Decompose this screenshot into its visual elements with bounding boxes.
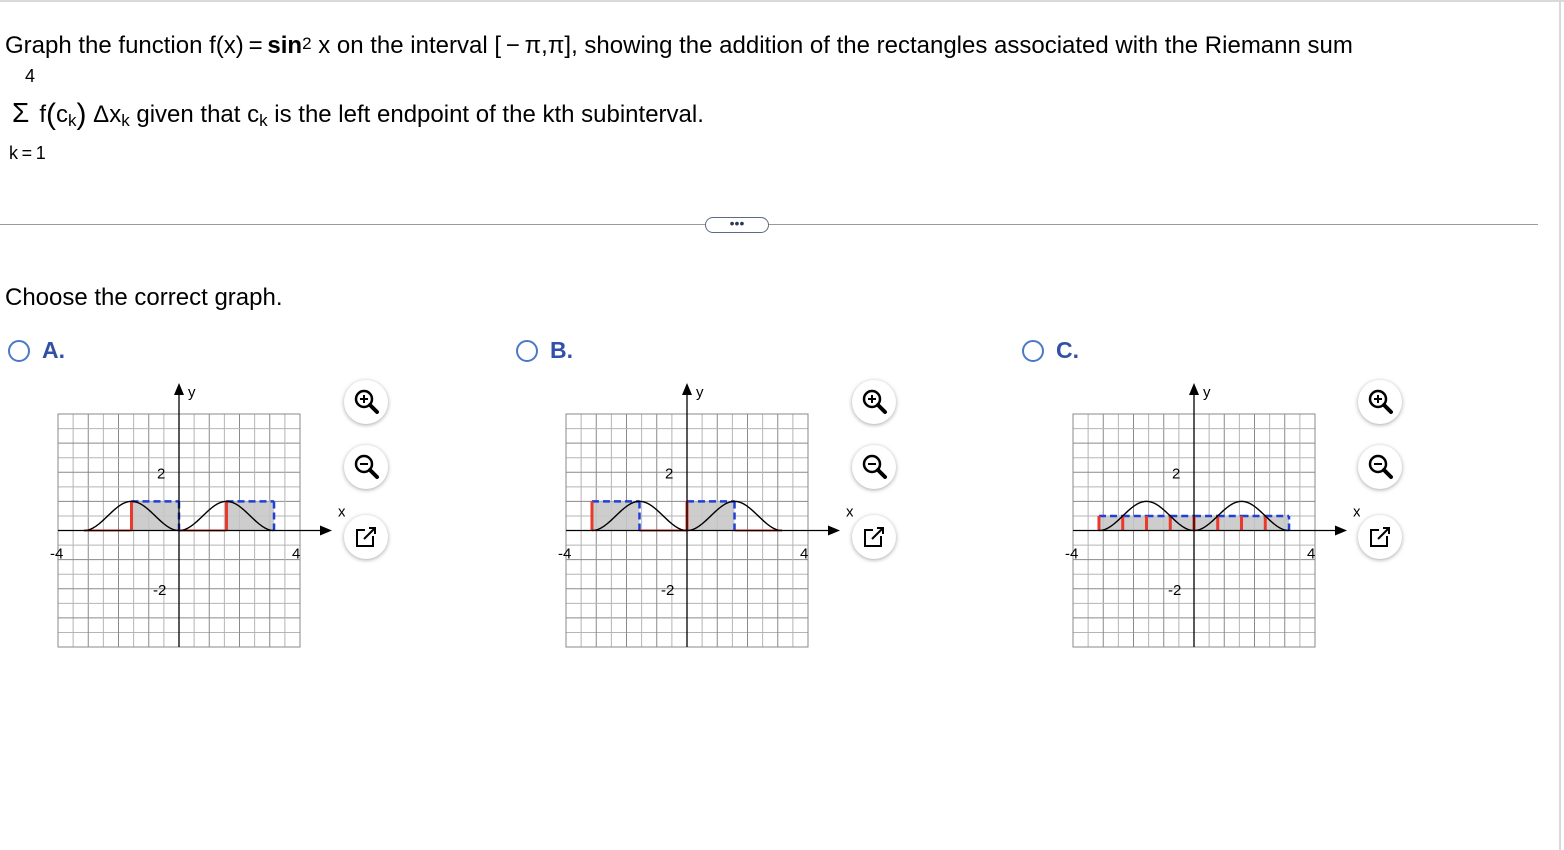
sum-x-sub: k (121, 111, 130, 130)
top-border (0, 0, 1564, 2)
function-exponent: 2 (302, 34, 312, 53)
zoom-out-button[interactable] (344, 445, 388, 489)
option-b[interactable]: B. (516, 337, 573, 364)
y-axis-arrow (1189, 383, 1199, 395)
y-axis-label: y (1203, 384, 1211, 401)
question-text-start: Graph the function f(x) = (5, 32, 268, 59)
riemann-rect (1146, 515, 1171, 531)
riemann-rect (1122, 515, 1147, 531)
sum-c: c (55, 101, 68, 128)
sum-text-end: given that c (129, 101, 260, 128)
sum-upper-limit: 4 (25, 66, 36, 86)
sum-delta-x: Δx (93, 101, 122, 128)
option-c-label: C. (1056, 337, 1079, 363)
tick-label-left: -4 (1065, 546, 1078, 563)
riemann-rect (1265, 515, 1290, 531)
tick-label-bottom: -2 (153, 582, 166, 599)
riemann-rect (1217, 515, 1242, 531)
tick-label-right: 4 (292, 546, 300, 563)
graph-c: xy-4 42-2 (1065, 383, 1360, 648)
sigma-symbol: Σ (12, 97, 30, 128)
question-text: Graph the function f(x) = sin2 x on the … (5, 31, 1353, 63)
more-button[interactable]: ••• (705, 216, 769, 233)
riemann-rect (1098, 515, 1123, 531)
y-axis-label: y (188, 384, 196, 401)
graph-a: xy-4 42-2 (50, 383, 345, 648)
popout-button[interactable] (852, 515, 896, 559)
function-name: sin (267, 32, 303, 59)
y-axis-label: y (696, 384, 704, 401)
sum-f: f (39, 101, 46, 128)
tick-label-top: 2 (1172, 465, 1180, 482)
tick-label-top: 2 (665, 465, 673, 482)
option-a-label: A. (42, 337, 65, 363)
open-paren: ( (45, 98, 56, 131)
riemann-rect (1194, 515, 1218, 531)
popout-button[interactable] (1358, 515, 1402, 559)
zoom-in-button[interactable] (344, 380, 388, 424)
x-axis-arrow (320, 525, 332, 536)
y-axis-arrow (682, 383, 692, 395)
riemann-rect (1170, 515, 1194, 531)
right-border (1559, 0, 1561, 850)
tick-label-right: 4 (1307, 546, 1315, 563)
zoom-out-button[interactable] (852, 445, 896, 489)
zoom-out-button[interactable] (1358, 445, 1402, 489)
option-c[interactable]: C. (1022, 337, 1079, 364)
y-axis-arrow (174, 383, 184, 395)
prompt-text: Choose the correct graph. (5, 284, 283, 311)
tick-label-right: 4 (800, 546, 808, 563)
close-paren: ) (76, 98, 87, 131)
tick-label-bottom: -2 (1168, 582, 1181, 599)
radio-a[interactable] (8, 339, 30, 362)
tick-label-top: 2 (157, 465, 165, 482)
tick-label-left: -4 (50, 546, 63, 563)
sum-ck-sub: k (259, 111, 268, 130)
radio-b[interactable] (516, 339, 538, 362)
x-axis-arrow (1335, 525, 1347, 536)
zoom-in-button[interactable] (852, 380, 896, 424)
option-b-label: B. (550, 337, 573, 363)
section-divider (0, 224, 1538, 225)
option-a[interactable]: A. (8, 337, 65, 364)
radio-c[interactable] (1022, 339, 1044, 362)
zoom-in-button[interactable] (1358, 380, 1402, 424)
tick-label-left: -4 (558, 546, 571, 563)
riemann-sum-expression: Σf(ck) Δxk given that ck is the left end… (12, 97, 704, 137)
sum-lower-limit: k = 1 (9, 143, 46, 163)
x-axis-arrow (828, 525, 840, 536)
graph-b: xy-4 42-2 (558, 383, 853, 648)
question-text-rest: x on the interval [ − π,π], showing the … (311, 32, 1353, 59)
tick-label-bottom: -2 (661, 582, 674, 599)
popout-button[interactable] (344, 515, 388, 559)
sum-text-end2: is the left endpoint of the kth subinter… (267, 101, 704, 128)
riemann-rect (1241, 515, 1266, 531)
